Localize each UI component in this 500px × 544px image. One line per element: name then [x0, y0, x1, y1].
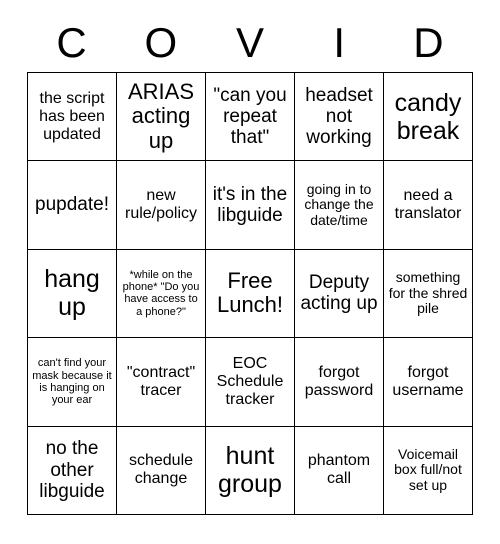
bingo-cell-label: going in to change the date/time: [304, 180, 374, 228]
bingo-cell-label: *while on the phone* "Do you have access…: [122, 268, 200, 318]
bingo-cell[interactable]: something for the shred pile: [384, 249, 473, 339]
bingo-cell-label: ARIAS acting up: [127, 78, 195, 153]
bingo-header-letter-1: O: [144, 19, 178, 66]
bingo-cell[interactable]: "can you repeat that": [206, 73, 295, 162]
bingo-cell-label: something for the shred pile: [388, 268, 468, 317]
bingo-cell-label: EOC Schedule tracker: [216, 355, 284, 408]
bingo-cell-label: the script has been updated: [39, 89, 105, 143]
bingo-cell[interactable]: forgot password: [295, 338, 384, 427]
bingo-cell[interactable]: candy break: [384, 73, 473, 162]
bingo-cell[interactable]: schedule change: [117, 426, 206, 515]
bingo-cell-label: can't find your mask because it is hangi…: [32, 357, 112, 407]
bingo-cell[interactable]: Voicemail box full/not set up: [384, 426, 473, 515]
bingo-cell-label: Free Lunch!: [216, 267, 284, 318]
bingo-cell[interactable]: can't find your mask because it is hangi…: [28, 338, 117, 427]
bingo-cell[interactable]: going in to change the date/time: [295, 161, 384, 250]
bingo-cell[interactable]: need a translator: [384, 161, 473, 250]
bingo-header-letter-0: C: [56, 19, 87, 66]
bingo-cell[interactable]: Free Lunch!: [206, 249, 295, 339]
bingo-card: C O V I D the script has been updated ARI…: [0, 0, 500, 544]
bingo-cell[interactable]: it's in the libguide: [206, 161, 295, 250]
bingo-cell-label: forgot username: [392, 363, 464, 399]
bingo-cell[interactable]: phantom call: [295, 426, 384, 515]
bingo-cell[interactable]: headset not working: [295, 73, 384, 162]
bingo-cell-label: headset not working: [305, 84, 373, 149]
bingo-cell-label: "contract" tracer: [126, 363, 196, 399]
bingo-cell-label: phantom call: [307, 452, 371, 488]
bingo-cell-label: new rule/policy: [124, 187, 198, 223]
bingo-cell-label: it's in the libguide: [212, 183, 288, 227]
bingo-cell-label: need a translator: [394, 187, 462, 223]
bingo-cell-label: pupdate!: [35, 194, 109, 216]
bingo-cell[interactable]: Deputy acting up: [295, 249, 384, 339]
bingo-cell[interactable]: pupdate!: [28, 161, 117, 250]
bingo-cell-label: hang up: [44, 265, 100, 322]
bingo-cell[interactable]: forgot username: [384, 338, 473, 427]
bingo-cell-label: Deputy acting up: [300, 272, 378, 315]
bingo-header-row: C O V I D: [27, 14, 473, 72]
bingo-header-letter-4: D: [413, 19, 444, 66]
bingo-cell[interactable]: "contract" tracer: [117, 338, 206, 427]
bingo-cell-label: Voicemail box full/not set up: [394, 445, 462, 494]
bingo-cell[interactable]: new rule/policy: [117, 161, 206, 250]
bingo-cell-label: "can you repeat that": [213, 84, 287, 149]
bingo-cell-label: no the other libguide: [39, 438, 105, 502]
bingo-cell[interactable]: hunt group: [206, 426, 295, 515]
bingo-cell-label: hunt group: [218, 442, 282, 499]
bingo-cell[interactable]: no the other libguide: [28, 426, 117, 515]
bingo-cell[interactable]: *while on the phone* "Do you have access…: [117, 249, 206, 339]
bingo-header-letter-2: V: [236, 19, 265, 66]
bingo-cell[interactable]: hang up: [28, 249, 117, 339]
bingo-cell-label: candy break: [394, 88, 462, 145]
bingo-cell[interactable]: the script has been updated: [28, 73, 117, 162]
bingo-cell-label: forgot password: [304, 363, 374, 399]
bingo-cell[interactable]: ARIAS acting up: [117, 73, 206, 162]
bingo-grid: the script has been updated ARIAS acting …: [27, 72, 473, 515]
bingo-header-letter-3: I: [333, 19, 346, 66]
bingo-cell[interactable]: EOC Schedule tracker: [206, 338, 295, 427]
bingo-cell-label: schedule change: [128, 452, 194, 488]
